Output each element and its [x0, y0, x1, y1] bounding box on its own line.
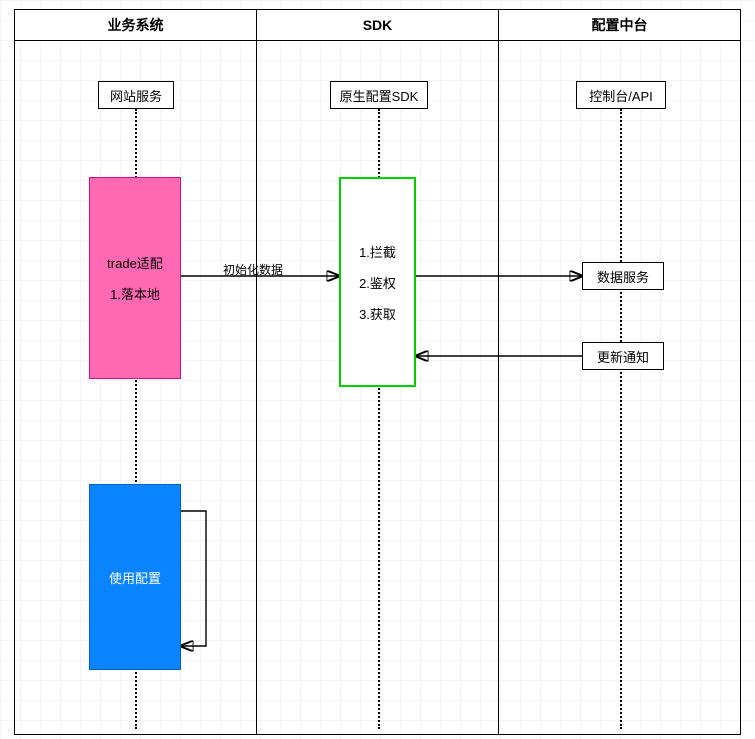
- lane-header-biz: 业务系统: [14, 9, 257, 41]
- node-update-notify-label: 更新通知: [597, 347, 649, 366]
- actor-web-service: 网站服务: [98, 81, 174, 109]
- diagram-stage: 业务系统 SDK 配置中台 网站服务 原生配置SDK 控制台/API: [0, 0, 755, 739]
- use-config-label: 使用配置: [109, 568, 161, 587]
- actor-web-service-label: 网站服务: [110, 86, 162, 105]
- activation-use-config: 使用配置: [89, 484, 181, 670]
- sdk-core-step2: 2.鉴权: [359, 273, 396, 292]
- node-data-service-label: 数据服务: [597, 267, 649, 286]
- actor-console-api: 控制台/API: [576, 81, 666, 109]
- sdk-core-step1: 1.拦截: [359, 242, 396, 261]
- trade-adapter-step1: 1.落本地: [110, 284, 160, 303]
- lane-header-config: 配置中台: [499, 9, 741, 41]
- trade-adapter-title: trade适配: [107, 253, 163, 272]
- lane-header-sdk: SDK: [257, 9, 499, 41]
- node-data-service: 数据服务: [582, 262, 664, 290]
- lane-headers: 业务系统 SDK 配置中台: [14, 9, 741, 41]
- actor-native-sdk: 原生配置SDK: [330, 81, 428, 109]
- activation-trade-adapter: trade适配 1.落本地: [89, 177, 181, 379]
- activation-sdk-core: 1.拦截 2.鉴权 3.获取: [339, 177, 416, 387]
- actor-native-sdk-label: 原生配置SDK: [340, 86, 419, 105]
- actor-console-api-label: 控制台/API: [589, 86, 653, 105]
- lifeline-config: [620, 109, 622, 729]
- node-update-notify: 更新通知: [582, 342, 664, 370]
- edge-label-init-data: 初始化数据: [208, 261, 298, 278]
- sdk-core-step3: 3.获取: [359, 304, 396, 323]
